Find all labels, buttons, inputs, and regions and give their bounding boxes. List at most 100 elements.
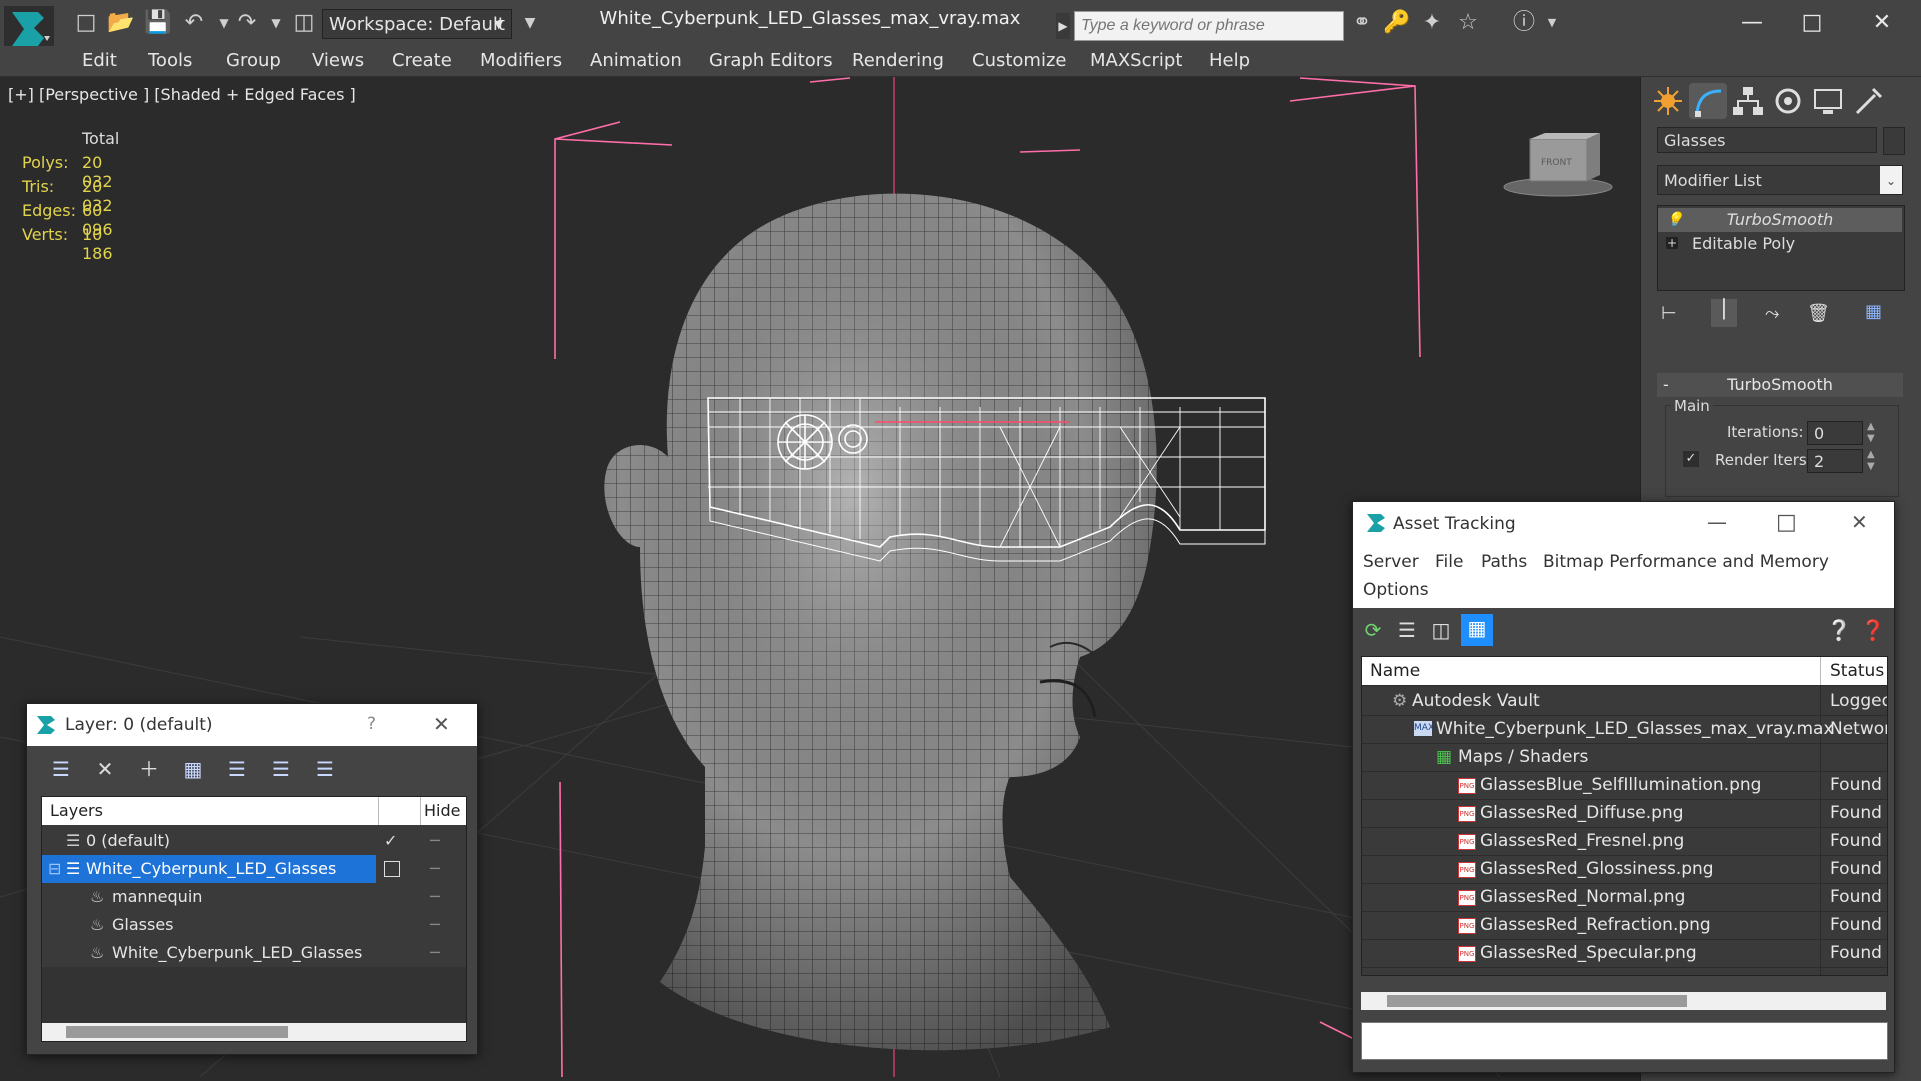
search-input[interactable] — [1074, 11, 1344, 41]
object-name-field[interactable]: Glasses — [1657, 127, 1877, 153]
stack-item-editable-poly[interactable]: + Editable Poly — [1658, 232, 1902, 256]
table-row[interactable]: ▦ Maps / Shaders — [1362, 743, 1887, 772]
maximize-button[interactable]: □ — [1782, 4, 1842, 42]
render-iters-spinner[interactable]: 2 — [1807, 449, 1863, 473]
table-row[interactable]: PNG GlassesRed_Refraction.png Found — [1362, 911, 1887, 940]
menu-maxscript[interactable]: MAXScript — [1090, 50, 1182, 71]
create-tab-icon[interactable] — [1649, 83, 1687, 119]
hide-toggle-icon[interactable]: ─ — [430, 883, 440, 911]
close-button[interactable]: ✕ — [1851, 510, 1868, 534]
viewcube[interactable]: FRONT — [1503, 133, 1613, 197]
hide-toggle-icon[interactable]: ─ — [430, 827, 440, 855]
help-dim-icon[interactable]: ❓ — [1859, 616, 1887, 644]
minimize-button[interactable]: — — [1722, 4, 1782, 42]
layer-row[interactable]: ☰ 0 (default) ✓ ─ — [42, 827, 466, 855]
spinner-arrows-icon[interactable]: ▲ ▼ — [1867, 421, 1875, 445]
hierarchy-tab-icon[interactable] — [1729, 83, 1767, 119]
menu-group[interactable]: Group — [226, 50, 281, 71]
list-view-icon[interactable]: ☰ — [1393, 616, 1421, 644]
table-row[interactable]: PNG GlassesRed_Fresnel.png Found — [1362, 827, 1887, 856]
modifier-list-dropdown[interactable]: Modifier List ⌄ — [1657, 165, 1903, 195]
render-iters-checkbox[interactable]: ✓ — [1683, 451, 1699, 467]
display-tab-icon[interactable] — [1809, 83, 1847, 119]
delete-layer-icon[interactable]: ✕ — [91, 755, 119, 783]
hide-toggle-icon[interactable]: ─ — [430, 939, 440, 967]
column-divider[interactable] — [1820, 657, 1821, 685]
communication-center-icon[interactable]: ✦ — [1418, 9, 1446, 37]
menu-edit[interactable]: Edit — [82, 50, 117, 71]
highlight-selected-icon[interactable]: ☰ — [223, 755, 251, 783]
lightbulb-icon[interactable]: 💡 — [1666, 208, 1683, 232]
horizontal-scrollbar[interactable] — [1361, 992, 1886, 1010]
asset-tracking-titlebar[interactable]: Asset Tracking — □ ✕ — [1353, 502, 1894, 546]
set-current-checkbox-icon[interactable] — [384, 861, 400, 877]
set-current-layer-icon[interactable]: ☰ — [267, 755, 295, 783]
layer-settings-icon[interactable]: ☰ — [311, 755, 339, 783]
col-layers[interactable]: Layers — [50, 797, 103, 825]
layer-explorer-titlebar[interactable]: Layer: 0 (default) ? ✕ — [27, 704, 477, 746]
stack-item-turbosmooth[interactable]: 💡 TurboSmooth — [1658, 208, 1902, 232]
menu-customize[interactable]: Customize — [972, 50, 1066, 71]
menu-views[interactable]: Views — [312, 50, 364, 71]
undo-icon[interactable]: ↶ — [180, 9, 208, 37]
make-unique-icon[interactable]: ⤳ — [1765, 303, 1779, 324]
new-layer-icon[interactable]: ☰ — [47, 755, 75, 783]
menu-graph-editors[interactable]: Graph Editors — [709, 50, 833, 71]
expand-plus-icon[interactable]: + — [1666, 237, 1678, 249]
scrollbar-thumb[interactable] — [1387, 995, 1687, 1007]
project-folder-icon[interactable]: ◫ — [290, 9, 318, 37]
table-row[interactable]: PNG GlassesRed_Normal.png Found — [1362, 883, 1887, 912]
modify-tab-icon[interactable] — [1689, 83, 1727, 119]
minimize-button[interactable]: — — [1707, 510, 1727, 534]
customize-qat-icon[interactable]: ▼ — [516, 9, 544, 37]
horizontal-scrollbar[interactable] — [42, 1023, 466, 1041]
remove-modifier-icon[interactable]: 🗑 — [1807, 303, 1830, 324]
thumbnail-view-icon[interactable]: ◫ — [1427, 616, 1455, 644]
object-row[interactable]: ♨ Glasses ─ — [42, 911, 466, 939]
object-row[interactable]: ♨ mannequin ─ — [42, 883, 466, 911]
spinner-arrows-icon[interactable]: ▲ ▼ — [1867, 449, 1875, 473]
table-row[interactable]: ⚙ Autodesk Vault Logged — [1362, 687, 1887, 716]
favorites-star-icon[interactable]: ☆ — [1454, 9, 1482, 37]
collapse-icon[interactable]: ⊟ — [48, 855, 61, 883]
column-divider[interactable] — [378, 797, 379, 825]
open-file-icon[interactable]: 📂 — [107, 9, 135, 37]
help-button[interactable]: ? — [367, 714, 376, 734]
configure-sets-icon[interactable]: ▦ — [1865, 301, 1882, 322]
menu-tools[interactable]: Tools — [148, 50, 192, 71]
table-row[interactable]: MAX White_Cyberpunk_LED_Glasses_max_vray… — [1362, 715, 1887, 744]
path-input[interactable] — [1361, 1022, 1888, 1060]
new-file-icon[interactable]: □ — [72, 9, 100, 37]
utilities-tab-icon[interactable] — [1849, 83, 1887, 119]
redo-dropdown-icon[interactable]: ▼ — [262, 9, 290, 37]
table-row[interactable]: PNG GlassesRed_Glossiness.png Found — [1362, 855, 1887, 884]
menu-create[interactable]: Create — [392, 50, 452, 71]
current-layer-checkmark-icon[interactable]: ✓ — [384, 827, 397, 855]
refresh-icon[interactable]: ⟳ — [1359, 616, 1387, 644]
col-status[interactable]: Status — [1830, 657, 1884, 685]
column-divider[interactable] — [420, 797, 421, 825]
show-end-result-icon[interactable]: │ — [1711, 299, 1737, 327]
binoculars-icon[interactable]: ⚭ — [1348, 9, 1376, 37]
close-button[interactable]: ✕ — [433, 712, 450, 736]
object-row[interactable]: ♨ White_Cyberpunk_LED_Glasses ─ — [42, 939, 466, 967]
col-hide[interactable]: Hide — [424, 797, 460, 825]
workspace-dropdown[interactable]: Workspace: Default ▼ — [322, 9, 512, 39]
mannequin-head-mesh[interactable] — [604, 193, 1157, 1051]
table-view-icon[interactable]: ▦ — [1461, 614, 1493, 646]
hide-toggle-icon[interactable]: ─ — [430, 911, 440, 939]
menu-file[interactable]: File — [1435, 552, 1463, 572]
search-expand-icon[interactable]: ▶ — [1056, 13, 1070, 39]
redo-icon[interactable]: ↷ — [233, 9, 261, 37]
menu-rendering[interactable]: Rendering — [852, 50, 944, 71]
key-icon[interactable]: 🔑 — [1383, 9, 1411, 37]
help-icon[interactable]: ⓘ — [1510, 9, 1538, 37]
viewport-label[interactable]: [+] [Perspective ] [Shaded + Edged Faces… — [8, 85, 356, 104]
layer-row-selected[interactable]: ⊟ ☰ White_Cyberpunk_LED_Glasses — [42, 855, 376, 883]
menu-server[interactable]: Server — [1363, 552, 1419, 572]
col-name[interactable]: Name — [1370, 657, 1420, 685]
iterations-spinner[interactable]: 0 — [1807, 421, 1863, 445]
pin-stack-icon[interactable]: ⊢ — [1661, 303, 1677, 324]
save-icon[interactable]: 💾 — [144, 9, 172, 37]
menu-paths[interactable]: Paths — [1481, 552, 1527, 572]
